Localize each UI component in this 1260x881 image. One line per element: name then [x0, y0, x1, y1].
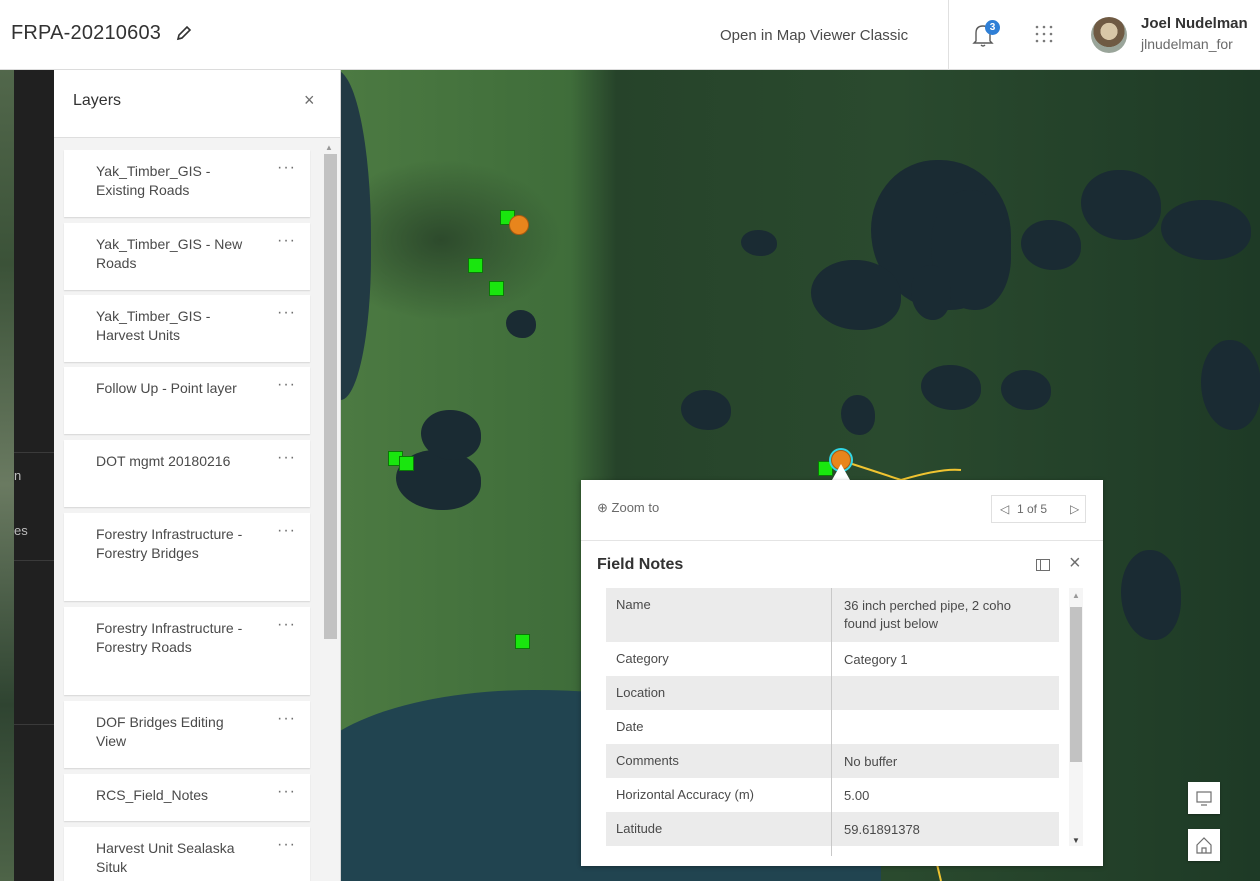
open-map-viewer-classic-link[interactable]: Open in Map Viewer Classic — [720, 27, 908, 44]
popup-divider — [581, 540, 1103, 541]
attribute-key: Comments — [616, 753, 679, 768]
pager-text: 1 of 5 — [1017, 502, 1048, 516]
layer-name: Forestry Infrastructure - Forestry Bridg… — [96, 526, 243, 561]
more-options-icon[interactable]: ··· — [277, 616, 296, 634]
attribute-key: Name — [616, 597, 651, 612]
attribute-key: Latitude — [616, 821, 663, 836]
table-row: Location — [606, 676, 1059, 710]
map-point-green[interactable] — [399, 456, 414, 471]
scroll-up-arrow-icon[interactable]: ▲ — [325, 143, 333, 152]
more-options-icon[interactable]: ··· — [277, 159, 296, 177]
table-row: Date — [606, 710, 1059, 744]
home-icon — [1196, 837, 1212, 854]
table-row: Comments No buffer — [606, 744, 1059, 778]
close-icon[interactable]: × — [1069, 552, 1081, 575]
layer-name: Harvest Unit Sealaska Situk — [96, 840, 235, 875]
more-options-icon[interactable]: ··· — [277, 710, 296, 728]
layer-item[interactable]: Follow Up - Point layer ··· — [64, 367, 310, 434]
more-options-icon[interactable]: ··· — [277, 783, 296, 801]
map-point-green[interactable] — [468, 258, 483, 273]
zoom-to-button[interactable]: ⊕ Zoom to — [597, 500, 659, 516]
field-notes-popup: ⊕ Zoom to ◁ 1 of 5 ▷ Field Notes × Name … — [581, 480, 1103, 866]
layer-name: Yak_Timber_GIS - Harvest Units — [96, 308, 211, 343]
table-row: Latitude 59.61891378 — [606, 812, 1059, 846]
layer-item[interactable]: Yak_Timber_GIS - New Roads ··· — [64, 223, 310, 290]
layer-name: DOT mgmt 20180216 — [96, 453, 231, 469]
layer-item[interactable]: RCS_Field_Notes ··· — [64, 774, 310, 821]
map-point-green[interactable] — [489, 281, 504, 296]
feature-pager: ◁ 1 of 5 ▷ — [991, 495, 1086, 523]
top-header: FRPA-20210603 Open in Map Viewer Classic… — [0, 0, 1260, 70]
popup-pointer — [832, 464, 850, 480]
layer-name: RCS_Field_Notes — [96, 787, 209, 803]
attribute-key: Category — [616, 651, 669, 666]
nav-rail-label[interactable]: es — [14, 523, 28, 538]
more-options-icon[interactable]: ··· — [277, 836, 296, 854]
layer-name: Yak_Timber_GIS - New Roads — [96, 236, 243, 271]
screen-icon — [1196, 791, 1212, 806]
layers-scroll-thumb[interactable] — [324, 154, 337, 639]
scroll-down-arrow-icon[interactable]: ▼ — [1072, 836, 1080, 845]
layer-name: Forestry Infrastructure - Forestry Roads — [96, 620, 243, 655]
map-point-orange[interactable] — [509, 215, 529, 235]
nav-rail-divider — [14, 452, 54, 453]
apps-grid-icon[interactable] — [1033, 23, 1055, 45]
layers-header: Layers × — [54, 70, 340, 138]
layer-item[interactable]: DOF Bridges Editing View ··· — [64, 701, 310, 768]
layer-item[interactable]: DOT mgmt 20180216 ··· — [64, 440, 310, 507]
screen-button[interactable] — [1188, 782, 1220, 814]
attribute-value: 59.61891378 — [844, 822, 920, 837]
map-point-green[interactable] — [515, 634, 530, 649]
table-row: Name 36 inch perched pipe, 2 coho found … — [606, 588, 1059, 642]
attribute-key: Horizontal Accuracy (m) — [616, 787, 754, 802]
avatar[interactable] — [1091, 17, 1127, 53]
layer-name: Yak_Timber_GIS - Existing Roads — [96, 163, 211, 198]
nav-rail-divider — [14, 724, 54, 725]
layer-name: Follow Up - Point layer — [96, 380, 237, 396]
more-options-icon[interactable]: ··· — [277, 304, 296, 322]
close-icon[interactable]: × — [304, 90, 315, 111]
header-divider — [948, 0, 949, 70]
layer-item[interactable]: Yak_Timber_GIS - Existing Roads ··· — [64, 150, 310, 217]
layer-item[interactable]: Harvest Unit Sealaska Situk ··· — [64, 827, 310, 881]
popup-scroll-thumb[interactable] — [1070, 607, 1082, 762]
zoom-icon: ⊕ — [597, 500, 608, 515]
attribute-key: Date — [616, 719, 644, 734]
table-row: Horizontal Accuracy (m) 5.00 — [606, 778, 1059, 812]
zoom-to-label: Zoom to — [611, 500, 660, 515]
attribute-value: 5.00 — [844, 788, 870, 803]
column-divider — [831, 588, 832, 856]
previous-icon[interactable]: ◁ — [1000, 502, 1009, 516]
scroll-up-arrow-icon[interactable]: ▲ — [1072, 591, 1080, 600]
attribute-value: 36 inch perched pipe, 2 coho found just … — [844, 598, 1011, 631]
background-edge — [0, 0, 14, 881]
attribute-value: No buffer — [844, 754, 898, 769]
more-options-icon[interactable]: ··· — [277, 522, 296, 540]
nav-rail-label[interactable]: n — [14, 468, 21, 483]
layer-item[interactable]: Forestry Infrastructure - Forestry Roads… — [64, 607, 310, 695]
next-icon[interactable]: ▷ — [1070, 502, 1079, 516]
home-button[interactable] — [1188, 829, 1220, 861]
more-options-icon[interactable]: ··· — [277, 232, 296, 250]
user-name[interactable]: Joel Nudelman — [1141, 15, 1248, 32]
layers-panel: Layers × Yak_Timber_GIS - Existing Roads… — [54, 70, 341, 881]
notification-badge: 3 — [985, 20, 1000, 35]
nav-rail-divider — [14, 560, 54, 561]
attribute-key: Location — [616, 685, 666, 700]
map-title: FRPA-20210603 — [11, 22, 162, 44]
layer-item[interactable]: Forestry Infrastructure - Forestry Bridg… — [64, 513, 310, 601]
layers-title: Layers — [73, 92, 122, 109]
more-options-icon[interactable]: ··· — [277, 449, 296, 467]
popup-title: Field Notes — [597, 556, 684, 573]
layer-item[interactable]: Yak_Timber_GIS - Harvest Units ··· — [64, 295, 310, 362]
edit-icon[interactable] — [175, 24, 193, 42]
more-options-icon[interactable]: ··· — [277, 376, 296, 394]
layer-name: DOF Bridges Editing View — [96, 714, 224, 749]
table-row: Category Category 1 — [606, 642, 1059, 676]
user-id: jlnudelman_for — [1141, 36, 1233, 52]
attribute-value: Category 1 — [844, 652, 908, 667]
dock-icon[interactable] — [1036, 559, 1050, 571]
